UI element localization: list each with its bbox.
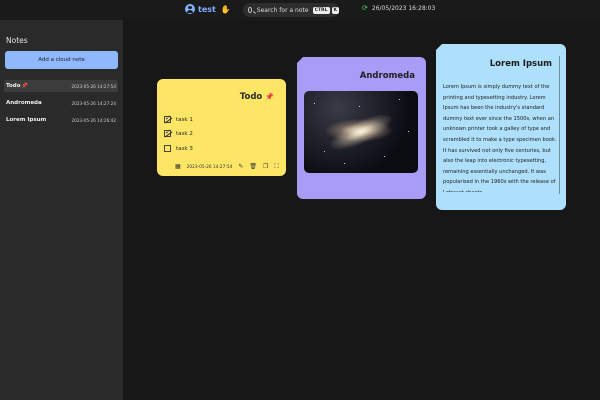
- sidebar-item-label: Lorem Ipsum: [6, 117, 47, 123]
- sidebar-item-andromeda[interactable]: Andromeda 2023-05-26 14:27:24: [4, 97, 118, 109]
- sidebar-item-date: 2023-05-26 14:27:24: [71, 100, 116, 106]
- shortcut-key-k: K: [331, 6, 339, 14]
- note-body: Lorem Ipsum is simply dummy text of the …: [443, 84, 557, 192]
- wave-hand-icon: ✋: [220, 4, 231, 14]
- task-item[interactable]: task 1: [164, 114, 193, 123]
- note-scrollbar[interactable]: [559, 56, 560, 194]
- andromeda-galaxy-image: [304, 91, 418, 173]
- user-menu[interactable]: test ✋: [185, 4, 231, 14]
- star: [408, 131, 409, 132]
- datetime-display: 26/05/2023 16:28:03: [371, 5, 436, 12]
- sync-status: ⟳ 26/05/2023 16:28:03: [362, 5, 436, 13]
- pin-icon: 📌: [21, 83, 28, 89]
- sidebar-item-label: Andromeda: [6, 100, 42, 106]
- note-card-lorem-ipsum[interactable]: Lorem Ipsum Lorem Ipsum is simply dummy …: [436, 44, 566, 210]
- sidebar-item-date: 2023-05-26 14:27:54: [71, 83, 116, 89]
- trash-icon[interactable]: 🗑: [249, 164, 257, 170]
- task-item[interactable]: task 3: [164, 145, 193, 152]
- note-card-andromeda[interactable]: Andromeda: [297, 57, 426, 199]
- edit-icon[interactable]: ✎: [238, 164, 243, 170]
- note-footer: ▦ 2023-05-26 14:27:54 ✎ 🗑 ❐ ⛶: [175, 164, 279, 170]
- star: [344, 163, 345, 164]
- note-title: Lorem Ipsum: [489, 59, 552, 69]
- note-title-text: Todo: [239, 92, 263, 102]
- calendar-icon: ▦: [175, 163, 181, 170]
- star: [399, 99, 400, 100]
- task-label: task 1: [176, 116, 193, 123]
- galaxy-core: [326, 108, 396, 156]
- user-icon: [185, 4, 195, 14]
- sidebar: Notes Add a cloud note Todo 📌 2023-05-26…: [0, 20, 123, 400]
- task-label: task 2: [176, 130, 193, 137]
- top-bar: test ✋ CTRL K ⟳ 26/05/2023 16:28:03: [0, 0, 600, 20]
- corner-fold: [297, 57, 303, 63]
- task-checkbox[interactable]: [164, 145, 171, 152]
- star: [324, 151, 325, 152]
- search-input[interactable]: [256, 6, 311, 14]
- star: [384, 156, 385, 157]
- add-cloud-note-button[interactable]: Add a cloud note: [5, 51, 118, 69]
- note-card-todo[interactable]: Todo 📌 task 1 task 2 task 3 ▦ 2023-05-26…: [157, 79, 286, 176]
- note-title: Todo 📌: [240, 92, 274, 102]
- task-checkbox[interactable]: [164, 114, 171, 123]
- star: [359, 106, 360, 107]
- note-date: 2023-05-26 14:27:54: [186, 164, 233, 170]
- expand-icon[interactable]: ⛶: [274, 164, 278, 170]
- sidebar-item-lorem-ipsum[interactable]: Lorem Ipsum 2023-05-26 14:26:42: [4, 114, 118, 126]
- task-label: task 3: [176, 145, 193, 152]
- sidebar-title: Notes: [6, 36, 28, 45]
- note-title: Andromeda: [359, 71, 415, 81]
- sidebar-item-date: 2023-05-26 14:26:42: [71, 117, 116, 123]
- refresh-icon[interactable]: ⟳: [362, 5, 368, 12]
- sidebar-item-label: Todo: [6, 83, 21, 89]
- corner-fold: [436, 44, 442, 50]
- copy-icon[interactable]: ❐: [263, 164, 268, 170]
- sidebar-item-title: Todo 📌: [6, 83, 28, 89]
- task-checkbox[interactable]: [164, 128, 171, 137]
- search-bar[interactable]: CTRL K: [243, 3, 339, 17]
- task-item[interactable]: task 2: [164, 128, 193, 137]
- pin-icon[interactable]: 📌: [265, 93, 274, 101]
- shortcut-key-ctrl: CTRL: [312, 6, 330, 14]
- search-icon: [248, 7, 252, 13]
- sidebar-item-todo[interactable]: Todo 📌 2023-05-26 14:27:54: [4, 80, 118, 92]
- star: [314, 103, 315, 104]
- username: test: [198, 4, 216, 14]
